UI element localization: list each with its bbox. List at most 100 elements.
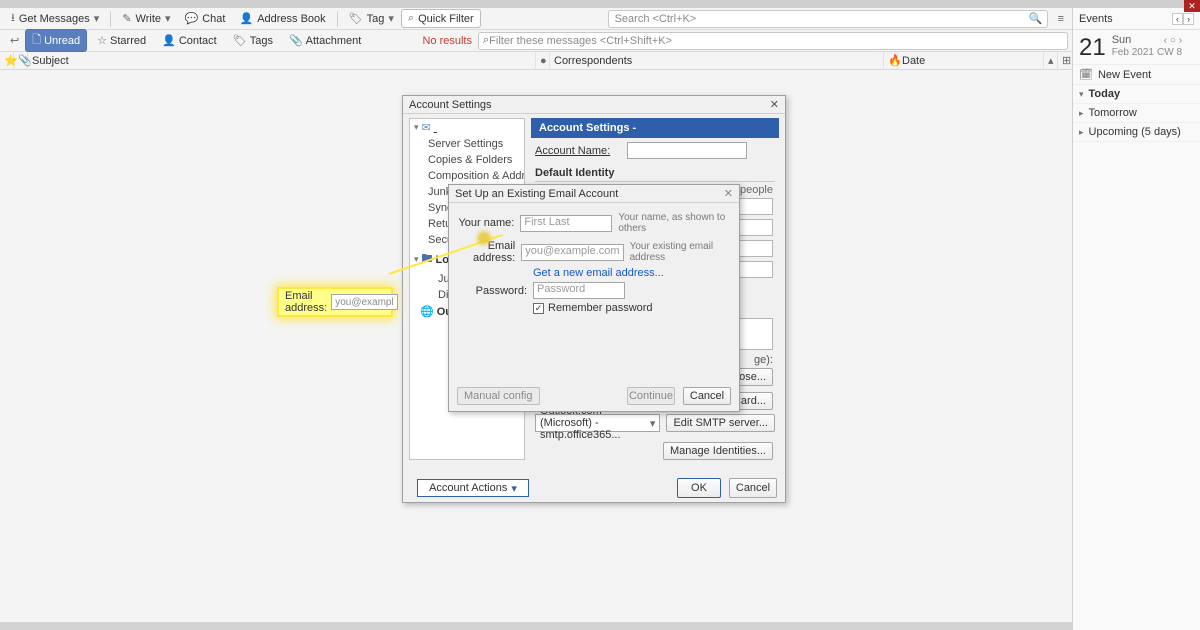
your-name-hint: Your name, as shown to others bbox=[618, 212, 731, 234]
close-icon[interactable]: ✕ bbox=[1184, 0, 1200, 12]
back-icon[interactable]: ↩ bbox=[4, 34, 25, 47]
tree-server-settings[interactable]: Server Settings bbox=[410, 136, 524, 152]
global-search-input[interactable]: Search <Ctrl+K>🔍 bbox=[608, 10, 1048, 28]
callout-label: Email address: bbox=[285, 290, 327, 314]
events-title: Events bbox=[1079, 13, 1113, 25]
funnel-icon: ⌕ bbox=[408, 12, 414, 25]
events-panel: Events ‹› ✕ 21 Sun ‹ ○ › Feb 2021 CW 8 🗓… bbox=[1072, 8, 1200, 630]
events-today[interactable]: ▾Today bbox=[1073, 85, 1200, 104]
contact-icon: 👤 bbox=[162, 34, 176, 47]
filter-messages-input[interactable]: ⌕Filter these messages <Ctrl+Shift+K> bbox=[478, 32, 1068, 50]
col-date[interactable]: Date bbox=[898, 52, 1044, 69]
email-hint: Your existing email address bbox=[630, 241, 731, 263]
app-menu-button[interactable]: ≡ bbox=[1054, 11, 1068, 27]
col-subject[interactable]: Subject bbox=[28, 52, 536, 69]
tag-icon: 🏷 bbox=[349, 12, 363, 25]
close-icon[interactable]: ✕ bbox=[724, 187, 733, 200]
email-label: Email address: bbox=[457, 240, 515, 264]
chevron-down-icon: ▾ bbox=[511, 482, 517, 495]
cancel-button[interactable]: Cancel bbox=[729, 478, 777, 498]
events-tomorrow[interactable]: ▸Tomorrow bbox=[1073, 104, 1200, 123]
events-day-number: 21 bbox=[1079, 34, 1106, 62]
col-thread-icon[interactable]: ⭐ bbox=[0, 52, 14, 69]
filter-starred[interactable]: ☆Starred bbox=[91, 33, 152, 48]
continue-button[interactable]: Continue bbox=[627, 387, 675, 405]
attachment-icon: 📎 bbox=[289, 34, 303, 47]
write-button[interactable]: ✎Write▾ bbox=[115, 9, 177, 28]
tag-button[interactable]: 🏷Tag▾ bbox=[342, 9, 401, 28]
tag-icon: 🏷 bbox=[233, 34, 247, 47]
callout-input: you@exampl bbox=[331, 294, 398, 310]
filter-attachment[interactable]: 📎Attachment bbox=[283, 33, 367, 48]
events-nav[interactable]: ‹› bbox=[1172, 13, 1194, 25]
quick-filter-bar: ↩ 🗋Unread ☆Starred 👤Contact 🏷Tags 📎Attac… bbox=[0, 30, 1072, 52]
ok-button[interactable]: OK bbox=[677, 478, 721, 498]
quick-filter-button[interactable]: ⌕Quick Filter bbox=[401, 9, 481, 28]
new-event-button[interactable]: 🗓New Event bbox=[1073, 65, 1200, 85]
chevron-down-icon: ▾ bbox=[388, 12, 394, 25]
message-list-header: ⭐ 📎 Subject ● Correspondents 🔥 Date ▴ ⊞ bbox=[0, 52, 1072, 70]
address-book-button[interactable]: 👤Address Book bbox=[232, 9, 332, 28]
account-name-input[interactable] bbox=[627, 142, 747, 159]
col-attachment-icon[interactable]: 📎 bbox=[14, 52, 28, 69]
account-name-label: Account Name: bbox=[535, 145, 621, 157]
events-weekday: Sun bbox=[1112, 34, 1132, 46]
chevron-right-icon: ▸ bbox=[1079, 127, 1084, 138]
dialog-title: Account Settings bbox=[409, 99, 492, 111]
star-icon: ☆ bbox=[97, 34, 107, 47]
get-messages-button[interactable]: ⭳Get Messages▾ bbox=[4, 6, 106, 31]
section-header: Account Settings - bbox=[531, 118, 779, 138]
col-correspondents[interactable]: Correspondents bbox=[550, 52, 884, 69]
account-actions-button[interactable]: Account Actions▾ bbox=[417, 479, 529, 497]
download-icon: ⭳ bbox=[11, 9, 15, 28]
tree-copies-folders[interactable]: Copies & Folders bbox=[410, 152, 524, 168]
setup-email-dialog: Set Up an Existing Email Account ✕ Your n… bbox=[448, 184, 740, 412]
edit-smtp-button[interactable]: Edit SMTP server... bbox=[666, 414, 775, 432]
chevron-down-icon: ▾ bbox=[414, 122, 419, 133]
wizard-title: Set Up an Existing Email Account bbox=[455, 188, 618, 200]
default-identity-header: Default Identity bbox=[535, 167, 775, 182]
chevron-right-icon: ▸ bbox=[1079, 108, 1084, 119]
plus-icon: 🗓 bbox=[1079, 68, 1093, 81]
col-read-icon[interactable]: ● bbox=[536, 52, 550, 69]
manual-config-button[interactable]: Manual config bbox=[457, 387, 540, 405]
address-book-icon: 👤 bbox=[239, 12, 253, 25]
events-upcoming[interactable]: ▸Upcoming (5 days) bbox=[1073, 123, 1200, 142]
col-picker-icon[interactable]: ⊞ bbox=[1058, 52, 1072, 69]
checkbox-icon: ✓ bbox=[533, 303, 544, 314]
col-junk-icon[interactable]: 🔥 bbox=[884, 52, 898, 69]
close-icon[interactable]: ✕ bbox=[770, 98, 779, 111]
chat-icon: 💬 bbox=[185, 12, 199, 25]
chevron-down-icon: ▾ bbox=[165, 12, 171, 25]
mail-icon: ✉ bbox=[422, 121, 431, 134]
callout-marker bbox=[479, 233, 489, 243]
search-icon: 🔍 bbox=[1029, 12, 1043, 25]
events-week: CW 8 bbox=[1157, 47, 1182, 58]
get-new-email-link[interactable]: Get a new email address... bbox=[449, 267, 739, 279]
chevron-right-icon[interactable]: › bbox=[1183, 13, 1194, 25]
chat-button[interactable]: 💬Chat bbox=[178, 9, 233, 28]
unread-icon: 🗋 bbox=[32, 31, 41, 50]
events-monthyear: Feb 2021 bbox=[1112, 47, 1154, 58]
mini-nav[interactable]: ‹ ○ › bbox=[1164, 35, 1182, 46]
cancel-button[interactable]: Cancel bbox=[683, 387, 731, 405]
manage-identities-button[interactable]: Manage Identities... bbox=[663, 442, 773, 460]
chevron-down-icon: ▾ bbox=[94, 12, 100, 25]
chevron-down-icon: ▾ bbox=[650, 417, 656, 430]
filter-tags[interactable]: 🏷Tags bbox=[227, 33, 279, 48]
filter-unread[interactable]: 🗋Unread bbox=[25, 29, 87, 52]
filter-contact[interactable]: 👤Contact bbox=[156, 33, 223, 48]
chevron-left-icon[interactable]: ‹ bbox=[1172, 13, 1183, 25]
smtp-select[interactable]: Outlook.com (Microsoft) - smtp.office365… bbox=[535, 414, 660, 432]
tree-composition[interactable]: Composition & Addressing bbox=[410, 168, 524, 184]
globe-icon: 🌐 bbox=[420, 305, 434, 318]
email-input[interactable]: you@example.com bbox=[521, 244, 623, 261]
main-toolbar: ⭳Get Messages▾ ✎Write▾ 💬Chat 👤Address Bo… bbox=[0, 8, 1072, 30]
no-results-label: No results bbox=[422, 35, 478, 47]
pencil-icon: ✎ bbox=[122, 12, 131, 25]
your-name-input[interactable]: First Last bbox=[520, 215, 612, 232]
password-input[interactable]: Password bbox=[533, 282, 625, 299]
col-sort-icon[interactable]: ▴ bbox=[1044, 52, 1058, 69]
remember-password-checkbox[interactable]: ✓Remember password bbox=[449, 302, 739, 314]
password-label: Password: bbox=[457, 285, 527, 297]
